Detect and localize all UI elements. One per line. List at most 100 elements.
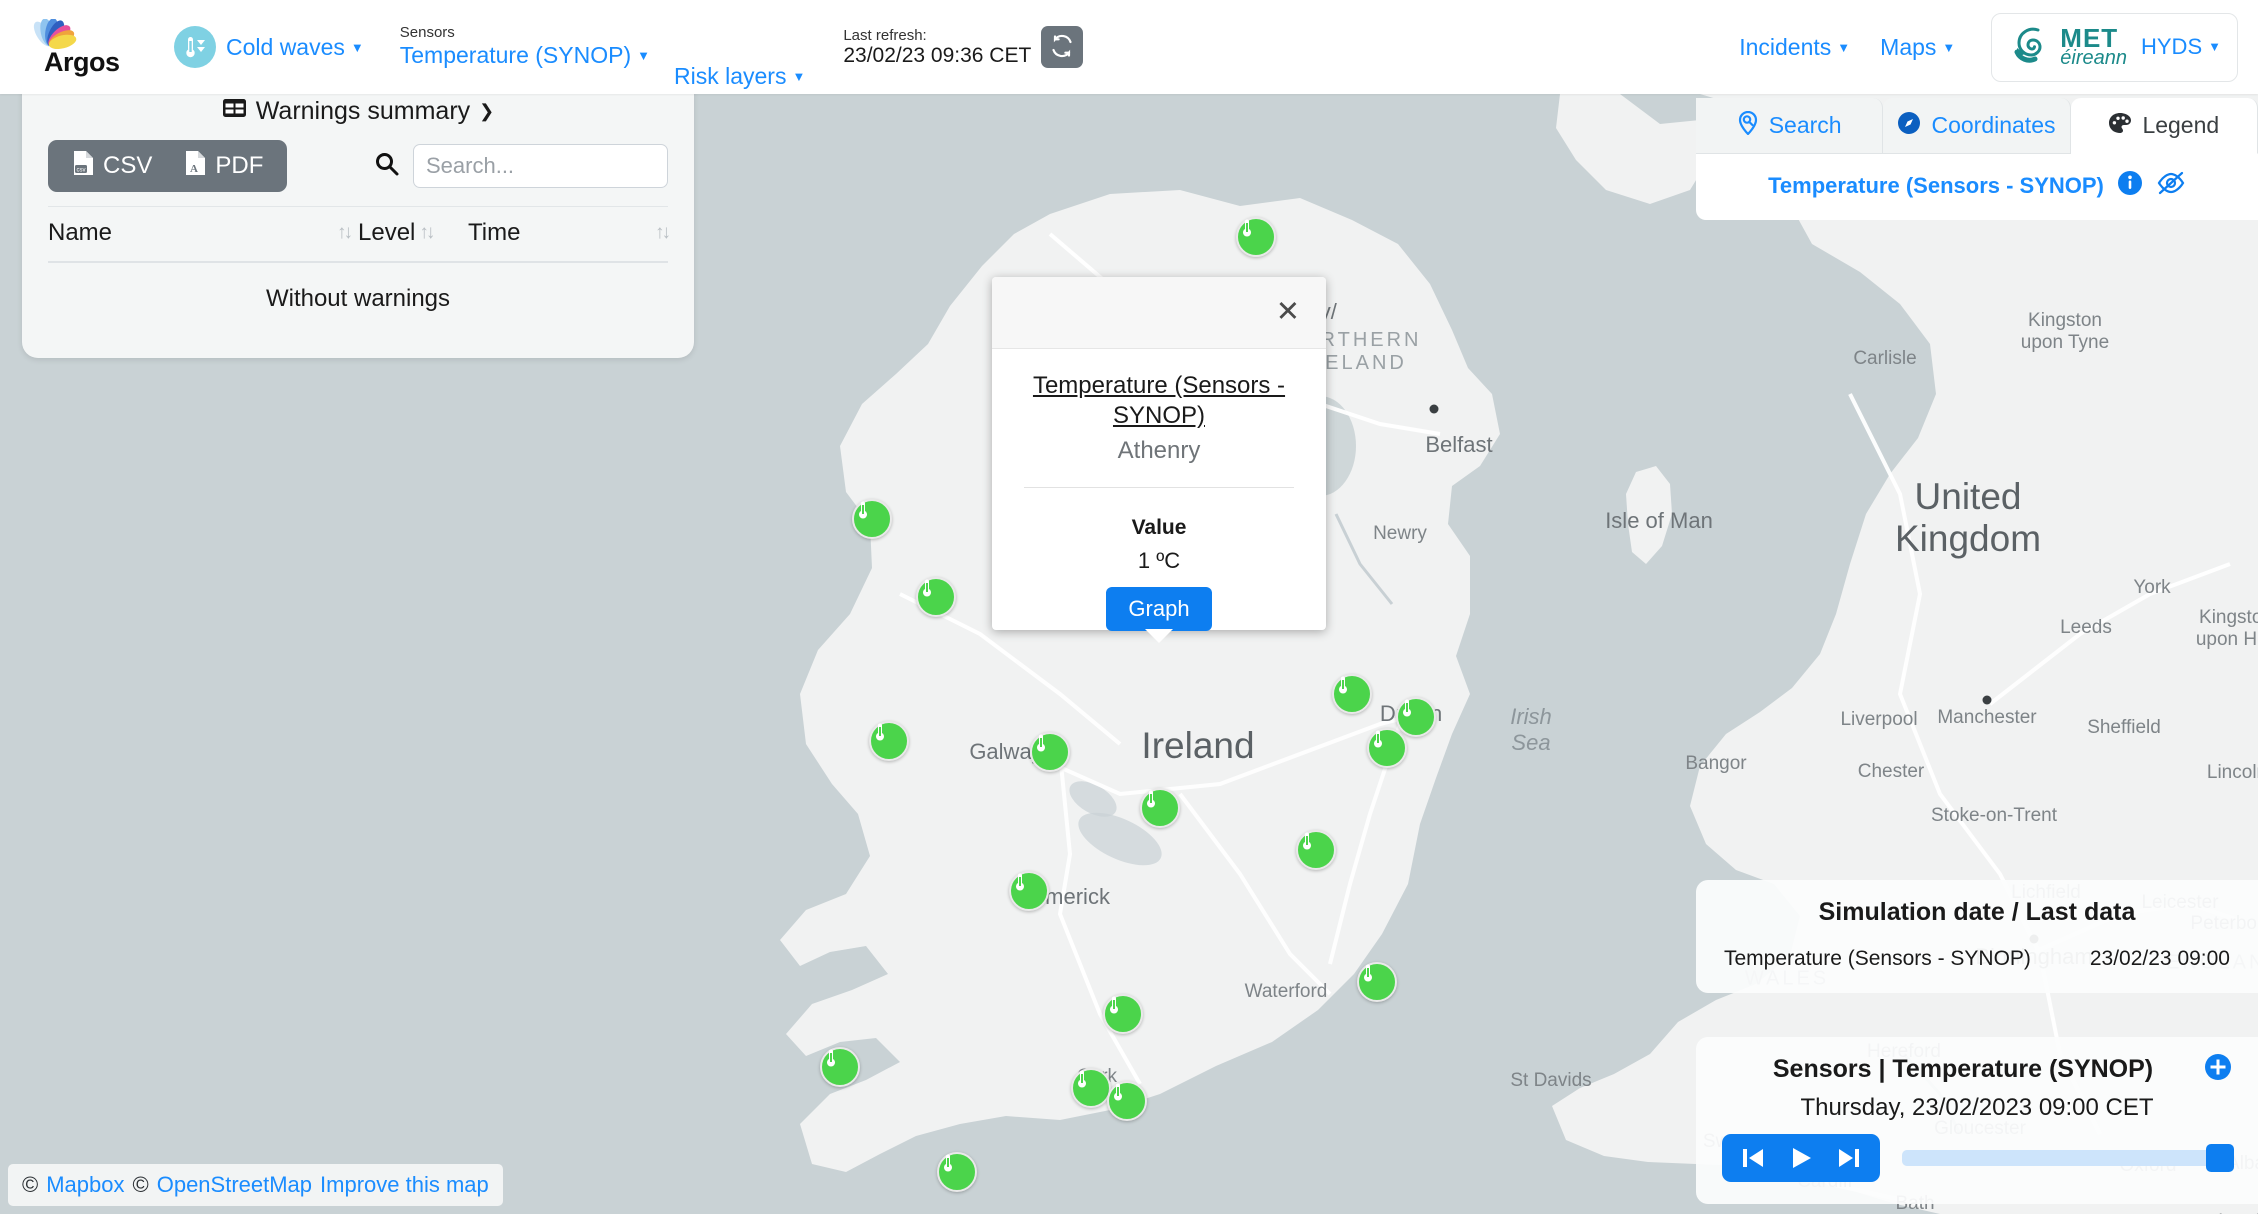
svg-text:A: A: [190, 163, 198, 175]
column-header-level[interactable]: Level ↑↓: [358, 219, 454, 247]
app-header: Argos Cold waves ▼ Sensors Temperature (S…: [0, 0, 2258, 94]
sensors-label: Sensors: [399, 23, 455, 41]
sensor-marker[interactable]: [1140, 788, 1180, 828]
thermometer-icon: [1107, 1081, 1147, 1121]
copyright-mark: ©: [132, 1172, 149, 1197]
info-circle-icon[interactable]: [2117, 170, 2143, 202]
tab-legend[interactable]: Legend: [2070, 98, 2258, 154]
warnings-table: Name ↑↓ Level ↑↓ Time ↑↓ Without warnings: [48, 206, 671, 313]
sensor-marker[interactable]: [1236, 217, 1276, 257]
thermometer-icon: [916, 577, 956, 617]
palette-icon: [2108, 112, 2132, 140]
player-title: Sensors | Temperature (SYNOP): [1772, 1055, 2154, 1083]
legend-item-temperature: Temperature (Sensors - SYNOP): [1696, 170, 2258, 202]
compass-icon: [1897, 111, 1921, 141]
column-header-time[interactable]: Time ↑↓: [468, 219, 671, 247]
refresh-button[interactable]: [1041, 26, 1084, 68]
warnings-search-input[interactable]: [413, 144, 668, 188]
search-pin-icon: [1737, 110, 1759, 141]
thermometer-icon: [1332, 674, 1372, 714]
mapbox-link[interactable]: Mapbox: [46, 1172, 124, 1198]
sensors-selector[interactable]: Sensors Temperature (SYNOP) ▼: [399, 23, 650, 70]
export-csv-button[interactable]: csv CSV: [56, 150, 168, 183]
close-icon[interactable]: ✕: [1276, 298, 1300, 327]
sort-updown-icon: ↑↓: [337, 222, 353, 243]
nav-maps[interactable]: Maps ▼: [1880, 34, 1955, 61]
sensor-marker[interactable]: [852, 499, 892, 539]
eye-slash-icon[interactable]: [2156, 171, 2186, 201]
table-icon: [222, 97, 247, 126]
sensor-marker[interactable]: [1103, 994, 1143, 1034]
sensor-marker[interactable]: [916, 577, 956, 617]
last-refresh-value: 23/02/23 09:36 CET: [843, 43, 1032, 67]
popup-value: 1 ºC: [1137, 548, 1181, 573]
popup-station-name: Athenry: [1117, 437, 1201, 464]
graph-button[interactable]: Graph: [1106, 587, 1212, 631]
player-header: Sensors | Temperature (SYNOP): [1722, 1053, 2232, 1086]
last-refresh-group: Last refresh: 23/02/23 09:36 CET: [843, 26, 1084, 68]
thermometer-icon: [1236, 217, 1276, 257]
sensor-popup: ✕ Temperature (Sensors - SYNOP) Athenry …: [992, 277, 1326, 643]
simulation-layer-name: Temperature (Sensors - SYNOP): [1724, 947, 2031, 970]
hazard-selector[interactable]: Cold waves ▼: [174, 26, 364, 68]
sensor-marker[interactable]: [1367, 728, 1407, 768]
chevron-down-icon: ▼: [2208, 39, 2221, 54]
popup-pointer: [1145, 629, 1173, 643]
met-eireann-box[interactable]: MET éireann HYDS ▼: [1991, 12, 2238, 82]
skip-back-icon[interactable]: [1740, 1145, 1766, 1171]
timeline-slider[interactable]: [1902, 1144, 2234, 1172]
simulation-date-title: Simulation date / Last data: [1818, 898, 2136, 926]
column-header-name[interactable]: Name ↑↓: [48, 219, 358, 247]
sensor-marker[interactable]: [1107, 1081, 1147, 1121]
sensor-marker[interactable]: [1332, 674, 1372, 714]
popup-divider: [1024, 487, 1294, 488]
warnings-toolbar: csv CSV A PDF: [48, 140, 668, 192]
openstreetmap-link[interactable]: OpenStreetMap: [157, 1172, 312, 1198]
refresh-icon: [1050, 34, 1074, 61]
skip-forward-icon[interactable]: [1836, 1145, 1862, 1171]
argos-petal-logo-icon: [22, 18, 78, 75]
play-icon[interactable]: [1788, 1145, 1814, 1171]
sensor-marker[interactable]: [1296, 830, 1336, 870]
nav-incidents[interactable]: Incidents ▼: [1739, 34, 1850, 61]
sensor-marker[interactable]: [1357, 962, 1397, 1002]
chevron-down-icon: ▼: [637, 48, 650, 64]
thermometer-icon: [1140, 788, 1180, 828]
city-dot: [1429, 404, 1439, 414]
thermometer-icon: [1009, 871, 1049, 911]
thermometer-down-icon: [174, 26, 216, 68]
warnings-summary-panel: Warnings summary ❯ csv CSV A PDF Search.…: [22, 75, 694, 358]
thermometer-icon: [820, 1047, 860, 1087]
tab-search-label: Search: [1768, 112, 1842, 138]
tab-search[interactable]: Search: [1696, 98, 1884, 154]
improve-map-link[interactable]: Improve this map: [320, 1172, 489, 1198]
plus-circle-icon[interactable]: [2204, 1053, 2232, 1086]
export-pdf-button[interactable]: A PDF: [168, 150, 279, 183]
chevron-down-icon: ❯: [479, 101, 495, 121]
chevron-down-icon: ▼: [350, 39, 364, 55]
hazard-label: Cold waves ▼: [226, 33, 364, 60]
pdf-file-icon: A: [184, 150, 206, 183]
warnings-summary-label: Warnings summary: [255, 97, 471, 125]
sensor-marker[interactable]: [869, 721, 909, 761]
sensor-marker[interactable]: [937, 1152, 977, 1192]
timeline-slider-track: [1902, 1150, 2232, 1166]
thermometer-icon: [1103, 994, 1143, 1034]
thermometer-icon: [1367, 728, 1407, 768]
tab-legend-label: Legend: [2142, 112, 2220, 138]
sensors-value: Temperature (SYNOP) ▼: [399, 42, 650, 69]
risk-layers-menu[interactable]: Risk layers ▼: [674, 63, 805, 90]
hyds-menu[interactable]: HYDS ▼: [2141, 34, 2221, 60]
sensor-marker[interactable]: [820, 1047, 860, 1087]
simulation-datetime: 23/02/23 09:00: [2089, 947, 2230, 970]
tab-coordinates[interactable]: Coordinates: [1883, 98, 2071, 154]
popup-title[interactable]: Temperature (Sensors - SYNOP): [1016, 371, 1302, 431]
sensor-marker[interactable]: [1071, 1068, 1111, 1108]
sensor-marker[interactable]: [1009, 871, 1049, 911]
tab-coordinates-label: Coordinates: [1931, 112, 2056, 138]
legend-item-label[interactable]: Temperature (Sensors - SYNOP): [1768, 173, 2104, 199]
popup-body: Temperature (Sensors - SYNOP) Athenry Va…: [992, 349, 1326, 631]
timeline-slider-knob[interactable]: [2206, 1144, 2234, 1172]
sensor-marker[interactable]: [1030, 732, 1070, 772]
brand[interactable]: Argos: [22, 17, 142, 78]
